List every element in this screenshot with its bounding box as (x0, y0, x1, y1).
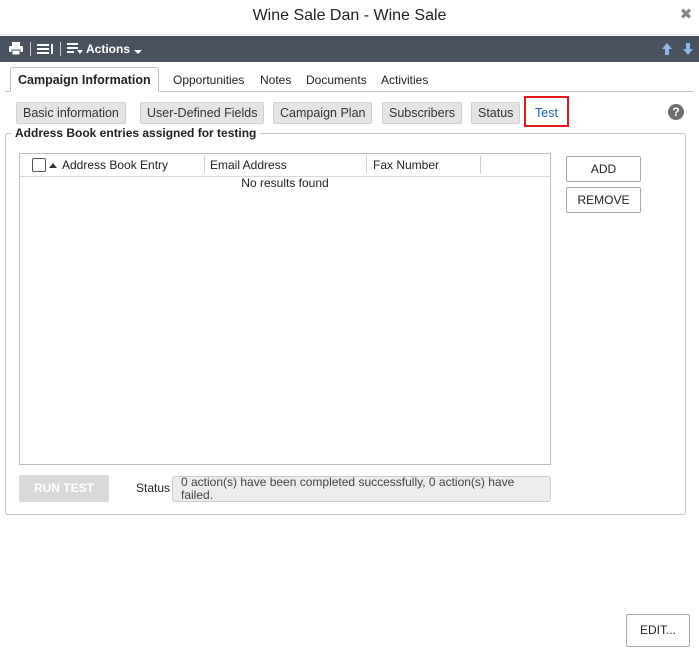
status-message: 0 action(s) have been completed successf… (172, 476, 551, 502)
status-label: Status (136, 481, 171, 495)
subtab-subscribers[interactable]: Subscribers (382, 102, 462, 124)
toolbar: Actions (0, 36, 699, 62)
tab-campaign-information[interactable]: Campaign Information (10, 67, 159, 92)
print-icon[interactable] (8, 40, 24, 58)
subtab-campaign-plan[interactable]: Campaign Plan (273, 102, 373, 124)
column-header-address-book-entry[interactable]: Address Book Entry (49, 154, 168, 176)
status-text: 0 action(s) have been completed successf… (181, 475, 515, 502)
sort-ascending-icon (49, 163, 57, 168)
selection-highlight (524, 96, 569, 127)
tab-documents[interactable]: Documents (306, 70, 367, 90)
window-titlebar: Wine Sale Dan - Wine Sale ✖ (0, 0, 699, 35)
actions-menu-button[interactable]: Actions (67, 40, 143, 58)
remove-button[interactable]: REMOVE (566, 187, 641, 213)
actions-list-icon (67, 43, 83, 54)
list-view-icon[interactable] (37, 40, 53, 58)
column-header-email-address[interactable]: Email Address (210, 154, 287, 176)
edit-button[interactable]: EDIT... (626, 614, 690, 647)
run-test-button[interactable]: RUN TEST (19, 475, 109, 502)
subtab-basic-information[interactable]: Basic information (16, 102, 126, 124)
grid-header: Address Book Entry Email Address Fax Num… (20, 154, 550, 177)
window-title: Wine Sale Dan - Wine Sale (252, 7, 447, 24)
actions-label: Actions (86, 42, 131, 56)
close-icon[interactable]: ✖ (679, 7, 693, 22)
section-legend: Address Book entries assigned for testin… (12, 126, 260, 140)
add-button[interactable]: ADD (566, 156, 641, 182)
main-tabs: Campaign Information Opportunities Notes… (5, 67, 694, 92)
select-all-checkbox[interactable] (32, 158, 46, 172)
arrow-down-icon[interactable] (683, 40, 693, 58)
arrow-up-icon[interactable] (662, 40, 672, 58)
column-header-fax-number[interactable]: Fax Number (373, 154, 439, 176)
column-label: Address Book Entry (62, 158, 169, 172)
subtab-user-defined-fields[interactable]: User-Defined Fields (140, 102, 265, 124)
subtab-status[interactable]: Status (471, 102, 521, 124)
empty-message: No results found (241, 176, 329, 190)
tab-notes[interactable]: Notes (260, 70, 291, 90)
tab-activities[interactable]: Activities (381, 70, 428, 90)
tab-opportunities[interactable]: Opportunities (173, 70, 244, 90)
help-icon[interactable]: ? (668, 104, 684, 120)
chevron-down-icon (134, 49, 143, 54)
address-book-grid: Address Book Entry Email Address Fax Num… (19, 153, 551, 465)
